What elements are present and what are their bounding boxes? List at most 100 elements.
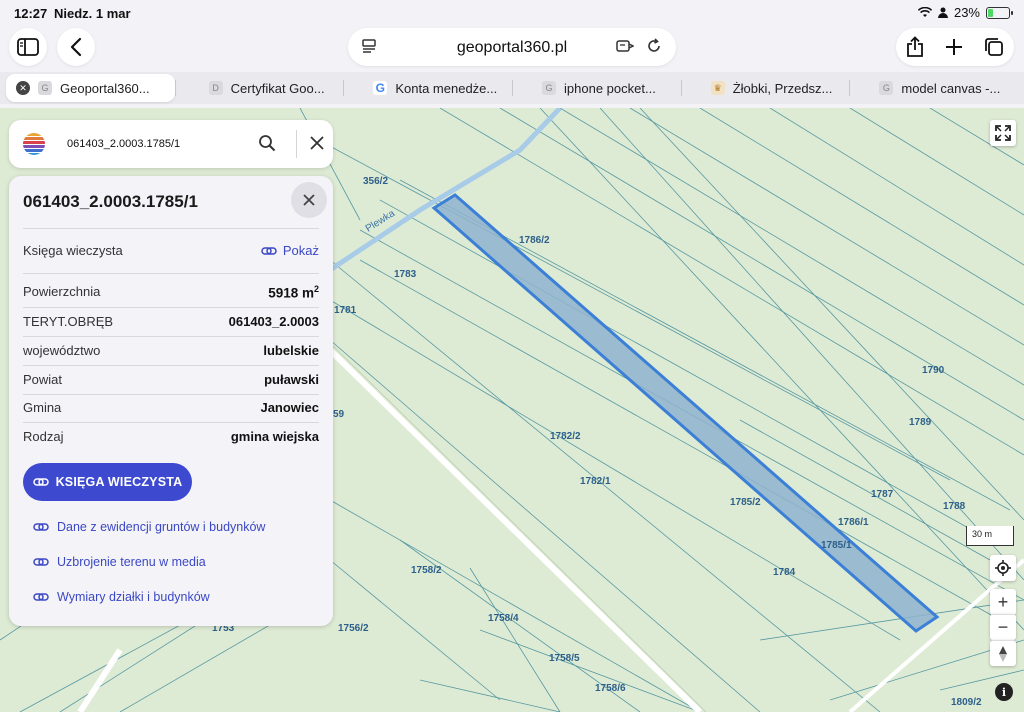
parcel-label: 1785/2 xyxy=(730,497,761,508)
info-row: województwo lubelskie xyxy=(23,343,319,358)
divider xyxy=(23,394,319,395)
sidebar-button[interactable] xyxy=(9,28,47,66)
favicon-icon: D xyxy=(208,81,223,95)
divider xyxy=(23,365,319,366)
google-icon: G xyxy=(373,81,388,95)
search-input[interactable]: 061403_2.0003.1785/1 xyxy=(67,138,180,150)
locate-button[interactable] xyxy=(990,555,1016,581)
parcel-label: 1790 xyxy=(922,365,945,376)
parcel-label: 59 xyxy=(333,409,345,420)
ksiega-label: Księga wieczysta xyxy=(23,243,123,258)
info-row: Powierzchnia 5918 m2 xyxy=(23,284,319,301)
tab-zlobki[interactable]: ♛ Żłobki, Przedsz... xyxy=(680,74,850,102)
link-icon xyxy=(33,558,49,566)
zoom-in-button[interactable]: + xyxy=(990,589,1016,615)
address-bar[interactable]: geoportal360.pl xyxy=(348,28,676,66)
tab-model-canvas[interactable]: G model canvas -... xyxy=(849,74,1018,102)
tab-iphone[interactable]: G iphone pocket... xyxy=(512,74,681,102)
parcel-label: 1782/2 xyxy=(550,431,581,442)
tab-label: Geoportal360... xyxy=(60,80,150,96)
pokaz-label: Pokaż xyxy=(282,243,319,258)
compass-button[interactable] xyxy=(990,640,1016,666)
close-panel-button[interactable] xyxy=(291,182,327,218)
reload-icon[interactable] xyxy=(646,38,662,54)
favicon-icon: G xyxy=(38,81,52,95)
clear-search-icon[interactable] xyxy=(309,135,325,151)
link-wymiary[interactable]: Wymiary działki i budynków xyxy=(33,590,210,604)
tab-overview-icon[interactable] xyxy=(984,37,1004,57)
geoportal-logo-icon xyxy=(23,133,45,155)
parcel-label: 1758/2 xyxy=(411,565,442,576)
link-label: Uzbrojenie terenu w media xyxy=(57,555,206,569)
parcel-label: 1786/2 xyxy=(519,235,550,246)
parcel-label: 1758/6 xyxy=(595,683,626,694)
tab-certyfikat[interactable]: D Certyfikat Goo... xyxy=(174,74,344,102)
parcel-label: 356/2 xyxy=(363,176,388,187)
parcel-label: 1784 xyxy=(773,567,796,578)
parcel-label: 1758/5 xyxy=(549,653,580,664)
row-label: TERYT.OBRĘB xyxy=(23,314,114,329)
info-row: Gmina Janowiec xyxy=(23,400,319,415)
tab-konta[interactable]: G Konta menedże... xyxy=(343,74,512,102)
row-value: Janowiec xyxy=(260,400,319,415)
parcel-label: 1785/1 xyxy=(821,540,852,551)
divider xyxy=(23,336,319,337)
compass-icon xyxy=(999,645,1007,662)
battery-icon xyxy=(986,6,1013,19)
favicon-icon: G xyxy=(879,81,894,95)
parcel-label: 1789 xyxy=(909,417,932,428)
row-label: Rodzaj xyxy=(23,429,64,444)
row-label: Gmina xyxy=(23,400,62,415)
row-label: województwo xyxy=(23,343,101,358)
locate-icon xyxy=(995,560,1011,576)
sidebar-icon xyxy=(17,38,39,56)
parcel-label: 1758/4 xyxy=(488,613,519,624)
browser-toolbar: geoportal360.pl xyxy=(0,26,1024,70)
tab-label: Konta menedże... xyxy=(395,80,498,96)
translate-icon[interactable] xyxy=(616,38,634,54)
divider xyxy=(23,422,319,423)
favicon-icon: G xyxy=(542,81,557,95)
info-row: Powiat puławski xyxy=(23,372,319,387)
area-value: 5918 m xyxy=(268,285,314,301)
expand-icon xyxy=(995,125,1011,141)
share-icon[interactable] xyxy=(906,36,924,58)
ksiega-wieczysta-button[interactable]: KSIĘGA WIECZYSTA xyxy=(23,463,192,501)
zoom-out-button[interactable]: − xyxy=(990,614,1016,640)
row-label: Powierzchnia xyxy=(23,284,101,299)
parcel-label: 1788 xyxy=(943,501,966,512)
row-value: 061403_2.0003 xyxy=(228,314,319,329)
panel-title: 061403_2.0003.1785/1 xyxy=(23,192,198,211)
scale-bar: 30 m xyxy=(966,526,1014,546)
back-button[interactable] xyxy=(57,28,95,66)
tab-geoportal[interactable]: ✕ G Geoportal360... xyxy=(6,74,175,102)
row-value: gmina wiejska xyxy=(230,429,319,444)
link-ewidencja[interactable]: Dane z ewidencji gruntów i budynków xyxy=(33,520,265,534)
row-label: Powiat xyxy=(23,372,63,387)
status-date: Niedz. 1 mar xyxy=(54,6,131,21)
status-time: 12:27 xyxy=(14,6,48,21)
link-icon xyxy=(32,478,49,486)
favicon-icon: ♛ xyxy=(710,81,725,95)
info-icon[interactable]: i xyxy=(995,683,1013,701)
fullscreen-button[interactable] xyxy=(990,120,1016,146)
parcel-label: 1786/1 xyxy=(838,517,869,528)
link-label: Wymiary działki i budynków xyxy=(57,590,210,604)
plus-icon: + xyxy=(997,591,1009,612)
link-icon xyxy=(33,523,49,531)
person-icon xyxy=(937,7,948,18)
close-tab-icon[interactable]: ✕ xyxy=(16,81,30,95)
close-icon xyxy=(303,194,315,206)
parcel-label: 1782/1 xyxy=(580,476,611,487)
divider xyxy=(23,273,319,274)
pokaz-link[interactable]: Pokaż xyxy=(261,243,319,258)
battery-percent: 23% xyxy=(953,5,980,20)
status-right: 23% xyxy=(917,5,1013,20)
parcel-label: 1756/2 xyxy=(338,623,369,634)
link-icon xyxy=(261,246,277,255)
search-icon[interactable] xyxy=(258,134,276,152)
link-icon xyxy=(33,593,49,601)
link-uzbrojenie[interactable]: Uzbrojenie terenu w media xyxy=(33,555,206,569)
area-unit-sup: 2 xyxy=(313,284,319,294)
new-tab-icon[interactable] xyxy=(945,38,963,56)
